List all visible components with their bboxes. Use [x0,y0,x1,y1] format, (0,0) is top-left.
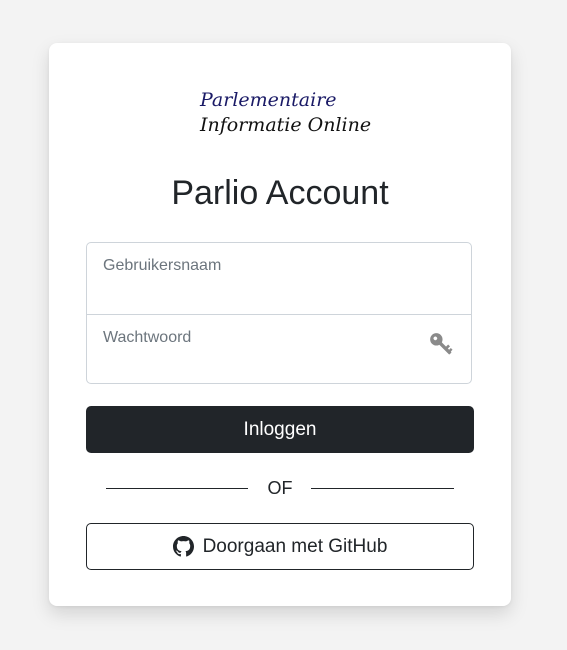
github-login-button[interactable]: Doorgaan met GitHub [86,523,474,570]
username-placeholder: Gebruikersnaam [103,257,222,274]
login-card: Parlementaire Informatie Online Parlio A… [49,43,511,606]
key-icon[interactable] [427,330,457,360]
logo-line-1: Parlementaire [200,89,337,111]
username-field[interactable]: Gebruikersnaam [87,243,471,314]
logo-line-2: Informatie Online [200,114,372,136]
or-divider: OF [106,476,454,500]
divider-line-right [311,488,454,489]
github-icon [172,536,194,557]
password-placeholder: Wachtwoord [103,329,192,346]
github-button-label: Doorgaan met GitHub [202,535,388,557]
credentials-field-group: Gebruikersnaam Wachtwoord [86,242,472,384]
login-button[interactable]: Inloggen [86,406,474,453]
page-title: Parlio Account [171,174,389,212]
logo: Parlementaire Informatie Online [200,88,371,138]
password-field[interactable]: Wachtwoord [87,314,471,385]
